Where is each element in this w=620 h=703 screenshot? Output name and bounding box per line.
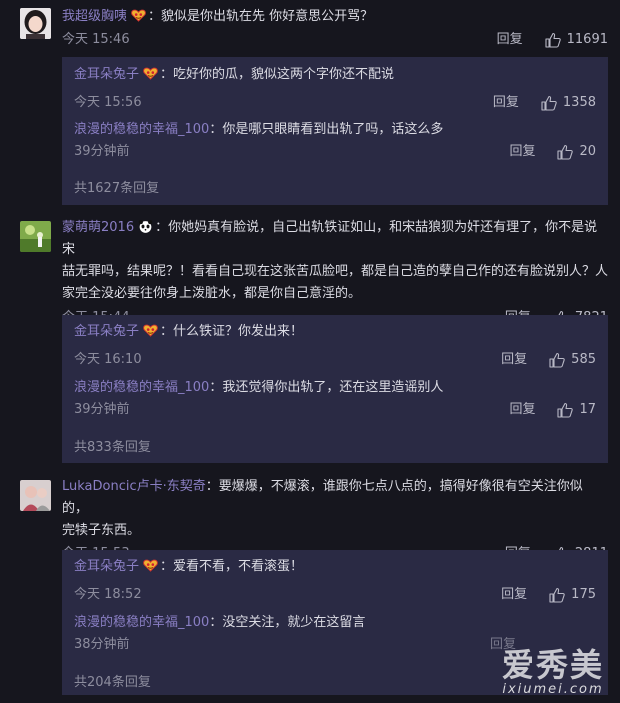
heart-face-icon [131, 9, 146, 22]
thumbs-up-icon [549, 352, 565, 368]
reply-button[interactable]: 回复 [509, 141, 535, 163]
avatar[interactable] [20, 8, 51, 39]
reply-button[interactable]: 回复 [497, 29, 523, 51]
thumbs-up-icon [557, 402, 573, 418]
thumbs-up-icon [545, 32, 561, 48]
timestamp: 今天 15:46 [62, 32, 130, 47]
comment-content: 貌似是你出轨在先 你好意思公开骂？ [161, 9, 374, 24]
like-count: 585 [571, 352, 596, 367]
username-link[interactable]: LukaDoncic卢卡·东契奇 [62, 479, 206, 494]
reply-button[interactable]: 回复 [501, 584, 527, 606]
reply-content: 什么铁证？你发出来！ [173, 324, 304, 339]
comment-text: 我超级胸咦 ：貌似是你出轨在先 你好意思公开骂？ [62, 9, 374, 24]
like-button[interactable]: 1358 [541, 92, 596, 114]
reply-username[interactable]: 浪漫的稳稳的幸福_100 [74, 380, 209, 395]
reply-box: 金耳朵兔子 ：吃好你的瓜，貌似这两个字你还不配说 今天 15:56 回复 1358… [62, 57, 608, 205]
reply-button[interactable]: 回复 [501, 349, 527, 371]
avatar[interactable] [20, 480, 51, 511]
username-link[interactable]: 我超级胸咦 [62, 9, 127, 24]
reply-button[interactable]: 回复 [509, 399, 535, 421]
like-button[interactable]: 11691 [545, 29, 608, 51]
comment-body: 我超级胸咦 ：貌似是你出轨在先 你好意思公开骂？ 今天 15:46 回复 1169… [62, 6, 608, 51]
like-count: 17 [579, 402, 596, 417]
like-count: 1358 [562, 95, 596, 110]
reply-username[interactable]: 金耳朵兔子 [74, 324, 139, 339]
like-button[interactable]: 17 [557, 399, 596, 421]
reply-username[interactable]: 浪漫的稳稳的幸福_100 [74, 615, 209, 630]
comment-text: LukaDoncic卢卡·东契奇：要爆爆，不爆滚，谁跟你七点八点的，搞得好像很有… [62, 479, 583, 538]
reply-item: 浪漫的稳稳的幸福_100：我还觉得你出轨了，还在这里造谣别人 39分钟前 回复 … [74, 377, 596, 421]
reply-content: 你是哪只眼睛看到出轨了吗，话这么多 [222, 122, 444, 137]
reply-username[interactable]: 金耳朵兔子 [74, 559, 139, 574]
more-replies-link[interactable]: 共204条回复 [74, 671, 151, 690]
reply-item: 金耳朵兔子 ：吃好你的瓜，貌似这两个字你还不配说 今天 15:56 回复 1358 [74, 64, 596, 114]
reply-username[interactable]: 金耳朵兔子 [74, 67, 139, 82]
like-button[interactable]: 20 [557, 141, 596, 163]
comment-content: 家完全没必要往你身上泼脏水，都是你自己意淫的。 [62, 286, 362, 301]
reply-content: 爱看不看，不看滚蛋！ [173, 559, 304, 574]
like-count: 11691 [566, 32, 608, 47]
reply-content: 吃好你的瓜，貌似这两个字你还不配说 [173, 67, 395, 82]
panda-icon [138, 220, 153, 233]
comment-content: 喆无罪吗，结果呢？！看看自己现在这张苦瓜脸吧，都是自己造的孽自己作的还有脸说别人… [62, 264, 609, 279]
comment-meta: 今天 15:46 回复 11691 [62, 29, 608, 51]
heart-face-icon [143, 559, 158, 572]
reply-content: 我还觉得你出轨了，还在这里造谣别人 [222, 380, 444, 395]
reply-item: 金耳朵兔子 ：爱看不看，不看滚蛋！ 今天 18:52 回复 175 [74, 556, 596, 606]
site-watermark: 爱秀美 ixiumei.com [502, 648, 604, 697]
reply-item: 浪漫的稳稳的幸福_100：你是哪只眼睛看到出轨了吗，话这么多 39分钟前 回复 … [74, 119, 596, 163]
comment-body: 蒙萌萌2016 ：你她妈真有脸说，自己出轨铁证如山，和宋喆狼狈为奸还有理了，你不是… [62, 217, 608, 329]
more-replies-link[interactable]: 共1627条回复 [74, 177, 159, 196]
comment-content: 完犊子东西。 [62, 523, 141, 538]
timestamp: 39分钟前 [74, 144, 130, 159]
like-button[interactable]: 585 [549, 349, 596, 371]
avatar[interactable] [20, 221, 51, 252]
thumbs-up-icon [557, 144, 573, 160]
timestamp: 38分钟前 [74, 637, 130, 652]
heart-face-icon [143, 67, 158, 80]
reply-item: 金耳朵兔子 ：什么铁证？你发出来！ 今天 16:10 回复 585 [74, 321, 596, 371]
timestamp: 今天 18:52 [74, 587, 142, 602]
comment-actions: 回复 11691 [497, 29, 608, 51]
like-count: 20 [579, 144, 596, 159]
reply-content: 没空关注，就少在这留言 [222, 615, 366, 630]
timestamp: 今天 15:56 [74, 95, 142, 110]
like-count: 175 [571, 587, 596, 602]
timestamp: 今天 16:10 [74, 352, 142, 367]
username-link[interactable]: 蒙萌萌2016 [62, 220, 134, 235]
thumbs-up-icon [541, 95, 557, 111]
reply-button[interactable]: 回复 [493, 92, 519, 114]
like-button[interactable]: 175 [549, 584, 596, 606]
thumbs-up-icon [549, 587, 565, 603]
watermark-url: ixiumei.com [502, 682, 604, 697]
reply-box: 金耳朵兔子 ：什么铁证？你发出来！ 今天 16:10 回复 585 浪漫的稳稳的幸… [62, 315, 608, 463]
comment-text: 蒙萌萌2016 ：你她妈真有脸说，自己出轨铁证如山，和宋喆狼狈为奸还有理了，你不是… [62, 220, 609, 301]
more-replies-link[interactable]: 共833条回复 [74, 436, 151, 455]
reply-username[interactable]: 浪漫的稳稳的幸福_100 [74, 122, 209, 137]
heart-face-icon [143, 324, 158, 337]
timestamp: 39分钟前 [74, 402, 130, 417]
watermark-logo-text: 爱秀美 [501, 646, 604, 684]
